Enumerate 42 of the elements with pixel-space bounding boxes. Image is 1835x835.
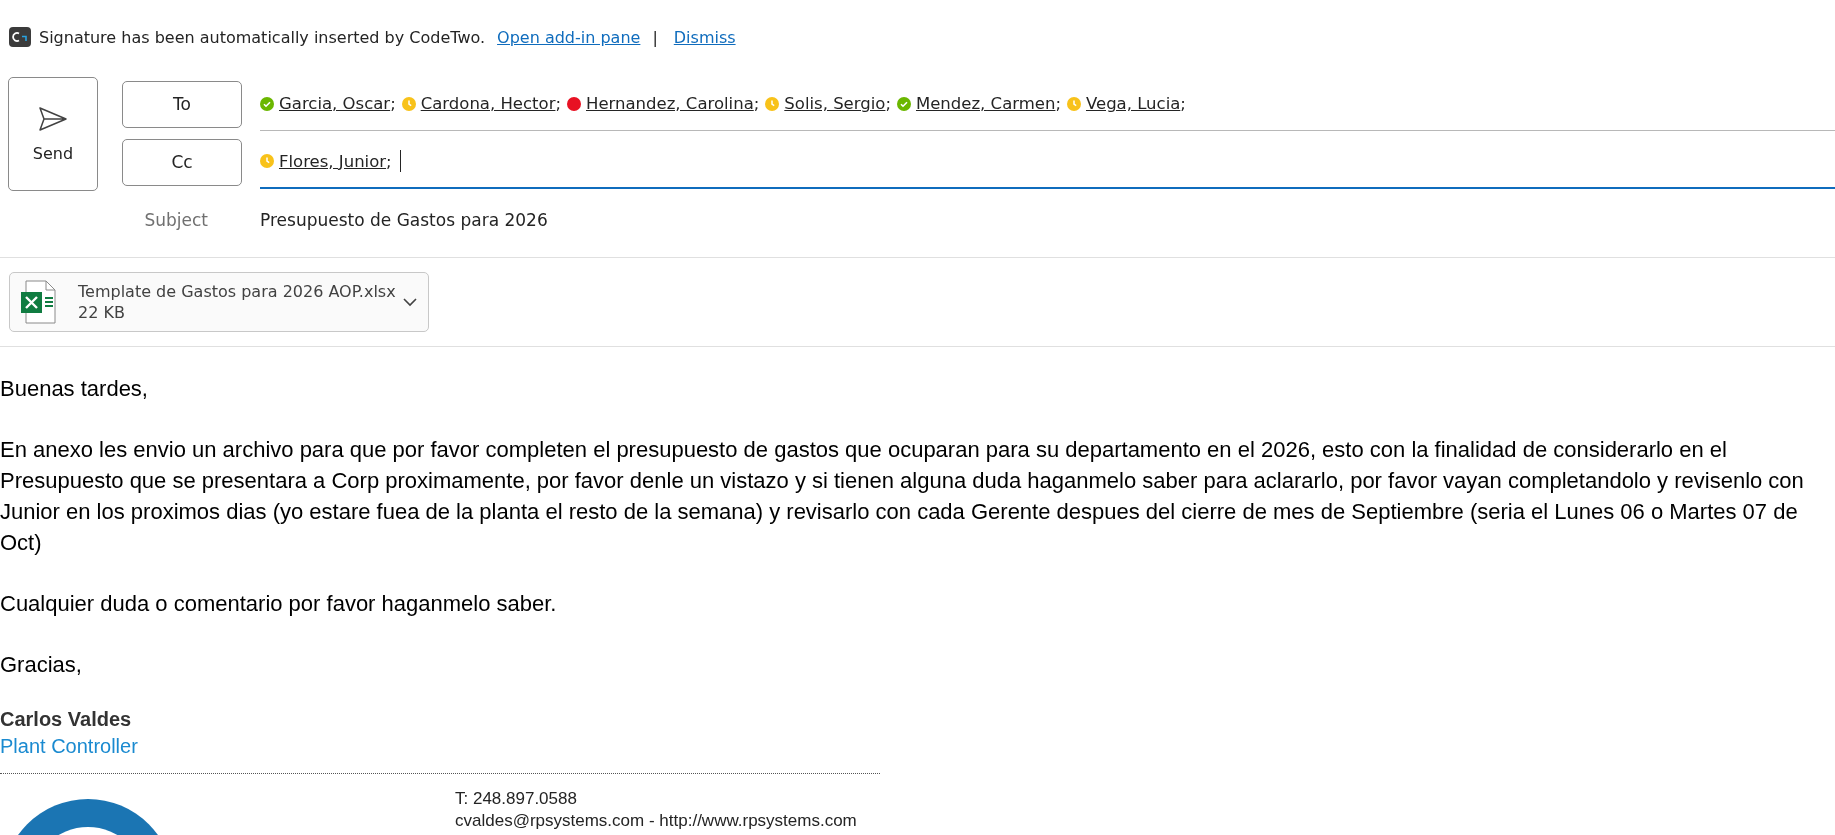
banner-message: Signature has been automatically inserted by CodeTwo. bbox=[39, 27, 486, 47]
subject-label: Subject bbox=[143, 210, 209, 230]
recipient-name[interactable]: Garcia, Oscar bbox=[279, 94, 391, 113]
semicolon: ; bbox=[753, 94, 760, 113]
text-cursor bbox=[399, 150, 401, 172]
chevron-down-icon[interactable] bbox=[402, 296, 418, 308]
separator: | bbox=[652, 27, 658, 47]
add-in-logo-icon bbox=[9, 27, 31, 47]
body-paragraph: En anexo les envio un archivo para que por favor completen el presupuesto de gastos que ocuparan para su departamento en el 2026, esto con la finalidad de considerarlo en el Presupuesto que se presentara a Corp proximamente, por favor denle un vistazo y si tienen alguna duda haganmelo saber para aclararlo, por favor vayan completandolo y revisenlo con Junior en los proximos dias (yo estare fuea de la planta el resto de la semana) y revisarlo con cada Gerente despues del cierre de mes de Septiembre (seria el Lunes 06 o Martes 07 de Oct) bbox=[0, 436, 1805, 557]
email-address[interactable]: cvaldes@rpsystems.com bbox=[455, 811, 645, 830]
dismiss-link[interactable]: Dismiss bbox=[673, 27, 736, 47]
body-paragraph: Cualquier duda o comentario por favor haganmelo saber. bbox=[0, 590, 558, 618]
recipient-name[interactable]: Flores, Junior bbox=[279, 151, 387, 171]
attachment-name: Template de Gastos para 2026 AOP.xlsx bbox=[78, 281, 397, 302]
cc-button[interactable]: Cc bbox=[122, 138, 242, 186]
to-button[interactable]: To bbox=[122, 80, 242, 128]
to-field[interactable]: Garcia, Oscar; Cardona, Hector; Hernandez, Carolina; Solis, Sergio; Mendez, Carmen; Vega, Lucia; bbox=[260, 77, 1835, 131]
sender-name: Carlos Valdes bbox=[0, 707, 133, 732]
subject-field[interactable]: Presupuesto de Gastos para 2026 bbox=[260, 210, 548, 230]
semicolon: ; bbox=[885, 94, 891, 113]
recipient-name[interactable]: Cardona, Hector bbox=[420, 94, 556, 113]
dash: - bbox=[648, 811, 655, 830]
cc-field[interactable]: Flores, Junior; bbox=[260, 135, 1835, 189]
semicolon: ; bbox=[390, 94, 396, 113]
send-icon bbox=[38, 105, 68, 132]
sender-title: Plant Controller bbox=[0, 734, 139, 759]
attachment-card[interactable]: Template de Gastos para 2026 AOP.xlsx 22 KB bbox=[9, 272, 429, 332]
semicolon: ; bbox=[386, 151, 392, 171]
recipient-name[interactable]: Hernandez, Carolina bbox=[586, 94, 754, 113]
recipient-name[interactable]: Solis, Sergio bbox=[784, 94, 886, 113]
website-address[interactable]: http://www.rpsystems.com bbox=[659, 811, 857, 830]
open-pane-link[interactable]: Open add-in pane bbox=[497, 27, 641, 47]
semicolon: ; bbox=[555, 94, 561, 113]
send-button[interactable]: Send bbox=[8, 77, 98, 191]
body-paragraph: Buenas tardes, bbox=[0, 375, 149, 403]
recipient-name[interactable]: Mendez, Carmen bbox=[916, 94, 1056, 113]
recipient-name[interactable]: Vega, Lucia bbox=[1086, 94, 1181, 113]
body-paragraph: Gracias, bbox=[0, 651, 83, 679]
semicolon: ; bbox=[1180, 94, 1186, 113]
attachment-size: 22 KB bbox=[78, 302, 126, 323]
semicolon: ; bbox=[1055, 94, 1061, 113]
phone-number: T: 248.897.0588 bbox=[455, 788, 578, 810]
